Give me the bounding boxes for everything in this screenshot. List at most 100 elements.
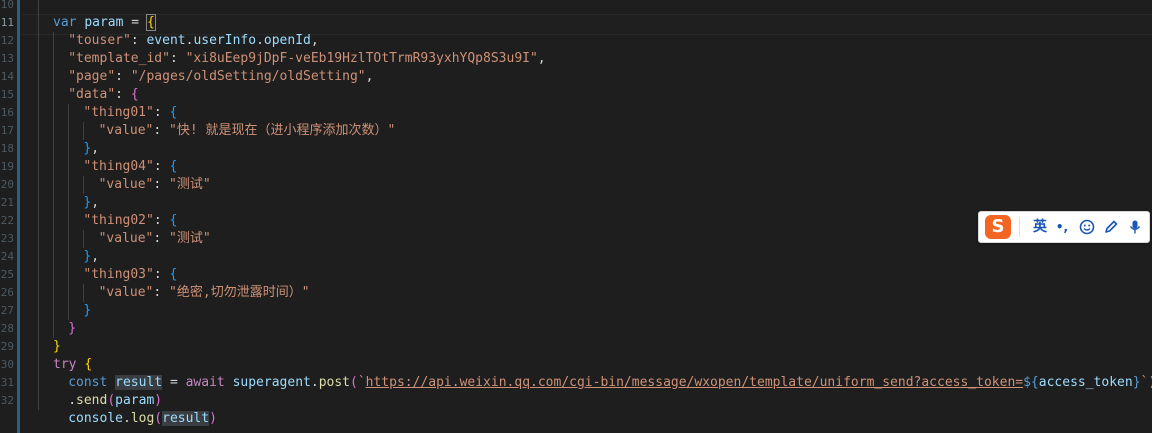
code-line[interactable]: }, [83,248,99,266]
code-line[interactable]: } [83,302,91,320]
code-token: = [123,15,147,30]
code-token: "快! 就是现在（进小程序添加次数）" [169,123,396,138]
code-line[interactable]: "thing02": { [83,212,177,230]
ime-mode-toggle[interactable]: 英 [1029,217,1051,237]
code-token: "data" [68,87,116,102]
code-token: access_token [1038,375,1133,390]
code-token: "thing03" [83,267,154,282]
microphone-icon[interactable] [1125,217,1145,237]
code-token: { [145,14,156,31]
code-token: ( [154,411,163,426]
code-token: , [365,69,374,84]
code-line[interactable]: "thing04": { [83,158,177,176]
ime-divider [1019,217,1020,237]
code-token: { [84,357,93,372]
punctuation-toggle[interactable]: •, [1053,217,1071,237]
code-token: result [115,375,163,390]
code-token: console [68,411,123,426]
code-token: ) [1148,375,1152,390]
code-token: const [68,375,108,390]
code-token: event [146,33,186,48]
sogou-logo-icon[interactable]: S [985,215,1011,239]
code-token: } [68,321,77,336]
indent-guide [83,176,84,194]
code-line[interactable]: "value": "快! 就是现在（进小程序添加次数）" [99,122,396,140]
code-token: . [256,33,264,48]
code-line[interactable]: "thing01": { [83,104,177,122]
ime-toolbar[interactable]: S 英 •, [978,211,1150,243]
code-token: "thing02" [83,213,154,228]
code-line[interactable]: } [53,338,61,356]
code-line[interactable]: "thing03": { [83,266,177,284]
code-token: : [115,87,131,102]
code-token: "page" [68,69,116,84]
code-token: { [169,267,178,282]
code-line[interactable]: "value": "测试" [99,176,211,194]
code-token: https://api.weixin.qq.com/cgi-bin/messag… [365,375,1024,390]
code-token: log [130,411,155,426]
code-line[interactable]: "page": "/pages/oldSetting/oldSetting", [68,68,373,86]
pen-icon[interactable] [1101,217,1121,237]
code-token: : [169,51,186,66]
code-token: , [310,33,319,48]
code-token: : [153,105,170,120]
indent-guide [83,284,84,302]
code-line[interactable]: }, [83,194,99,212]
indent-guide [83,230,84,248]
code-line[interactable]: "value": "测试" [99,230,211,248]
code-token: : [153,285,170,300]
code-token: ( [350,375,358,390]
code-line[interactable]: try { [53,356,92,374]
code-editor[interactable]: 10 11 12 13 14 15 16 17 18 19 20 21 22 23 24 25 26 27 28 29… [0,0,1152,433]
code-token: send [76,393,108,408]
code-token: , [91,141,100,156]
code-token: "thing01" [83,105,154,120]
indent-guide [38,0,39,410]
code-token: = [162,375,186,390]
code-token: { [169,159,178,174]
code-token: , [91,249,100,264]
code-token: "测试" [169,177,211,192]
code-token: } [1132,375,1141,390]
code-line[interactable]: "template_id": "xi8uEep9jDpF-veEb19HzlTO… [68,50,545,68]
code-line[interactable]: .send(param) [68,392,162,410]
code-token: : [153,213,170,228]
code-token: param [115,393,155,408]
code-token: "xi8uEep9jDpF-veEb19HzlTOtTrmR93yxhYQp8S… [185,51,538,66]
code-line[interactable]: } [68,320,76,338]
code-token: : [115,69,131,84]
code-token: await [185,375,225,390]
code-line[interactable]: }, [83,140,99,158]
code-token: } [83,303,92,318]
code-token: openId [263,33,311,48]
code-token: "/pages/oldSetting/oldSetting" [130,69,366,84]
code-line[interactable]: var param = { [53,14,156,32]
code-token: : [130,33,147,48]
code-token: { [130,87,139,102]
code-line[interactable]: "data": { [68,86,138,104]
code-token: "touser" [68,33,131,48]
smile-icon[interactable] [1077,217,1097,237]
code-token: ` [357,375,366,390]
code-line[interactable]: "touser": event.userInfo.openId, [68,32,319,50]
code-token: . [122,411,131,426]
code-line[interactable]: console.log(result) [68,410,217,428]
code-token: post [318,375,350,390]
code-line[interactable]: const result = await superagent.post(`ht… [68,374,1152,392]
code-token: ) [209,411,217,426]
code-token: superagent [232,375,311,390]
code-token: { [169,105,178,120]
code-token: param [84,15,124,30]
indent-guide [83,122,84,140]
code-token: "value" [98,231,154,246]
code-token: "value" [98,177,154,192]
code-token: try [53,357,77,372]
code-token: userInfo [193,33,257,48]
code-token: } [53,339,61,354]
code-token: : [153,267,170,282]
code-token: : [153,231,170,246]
code-token: "value" [98,285,154,300]
code-token: , [537,51,546,66]
code-line[interactable]: "value": "绝密,切勿泄露时间）" [99,284,310,302]
